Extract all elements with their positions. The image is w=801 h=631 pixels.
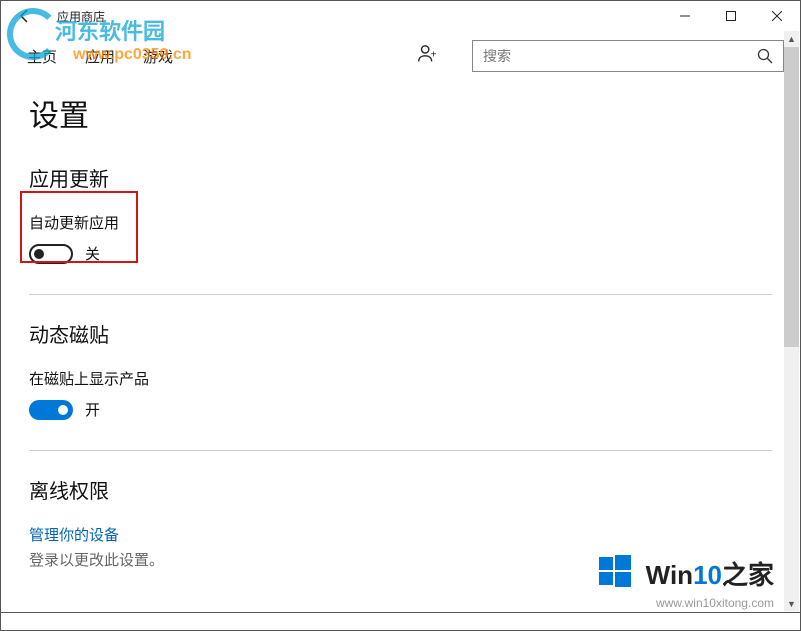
show-products-state: 开 [85, 399, 100, 420]
back-button[interactable] [1, 1, 49, 31]
minimize-button[interactable] [662, 1, 708, 31]
search-icon [757, 48, 773, 64]
user-account-button[interactable]: + [416, 43, 438, 70]
scroll-down-button[interactable]: ▼ [784, 596, 799, 611]
arrow-left-icon [17, 8, 33, 24]
window-title: 应用商店 [57, 8, 105, 25]
section-updates-title: 应用更新 [29, 163, 772, 192]
svg-text:+: + [431, 49, 437, 60]
nav-apps[interactable]: 应用 [85, 46, 115, 67]
show-products-row: 开 [29, 399, 772, 420]
maximize-button[interactable] [708, 1, 754, 31]
scroll-up-button[interactable]: ▲ [784, 31, 799, 46]
maximize-icon [726, 11, 736, 21]
scroll-thumb[interactable] [784, 47, 799, 347]
user-icon: + [416, 43, 438, 65]
signin-hint: 登录以更改此设置。 [29, 549, 772, 570]
minimize-icon [680, 11, 690, 21]
close-icon [772, 11, 782, 21]
divider [29, 450, 772, 451]
divider [29, 294, 772, 295]
show-products-toggle[interactable] [29, 400, 73, 420]
section-tiles-title: 动态磁贴 [29, 319, 772, 348]
section-offline-title: 离线权限 [29, 475, 772, 504]
titlebar: 应用商店 [1, 1, 800, 31]
close-button[interactable] [754, 1, 800, 31]
window-controls [662, 1, 800, 31]
vertical-scrollbar[interactable]: ▲ ▼ [784, 31, 799, 611]
search-placeholder: 搜索 [483, 46, 511, 66]
nav-row: 主页 应用 游戏 + 搜索 [1, 31, 800, 81]
show-products-label: 在磁贴上显示产品 [29, 368, 772, 389]
content-area: 设置 应用更新 自动更新应用 关 动态磁贴 在磁贴上显示产品 开 离线权限 管理… [1, 81, 800, 626]
search-input[interactable]: 搜索 [472, 40, 784, 72]
bottom-frame [1, 612, 800, 630]
nav-games[interactable]: 游戏 [143, 46, 173, 67]
auto-update-toggle[interactable] [29, 244, 73, 264]
page-title: 设置 [29, 91, 772, 135]
auto-update-label: 自动更新应用 [29, 212, 772, 233]
nav-home[interactable]: 主页 [27, 46, 57, 67]
auto-update-row: 关 [29, 243, 772, 264]
auto-update-state: 关 [85, 243, 100, 264]
manage-devices-link[interactable]: 管理你的设备 [29, 524, 772, 545]
